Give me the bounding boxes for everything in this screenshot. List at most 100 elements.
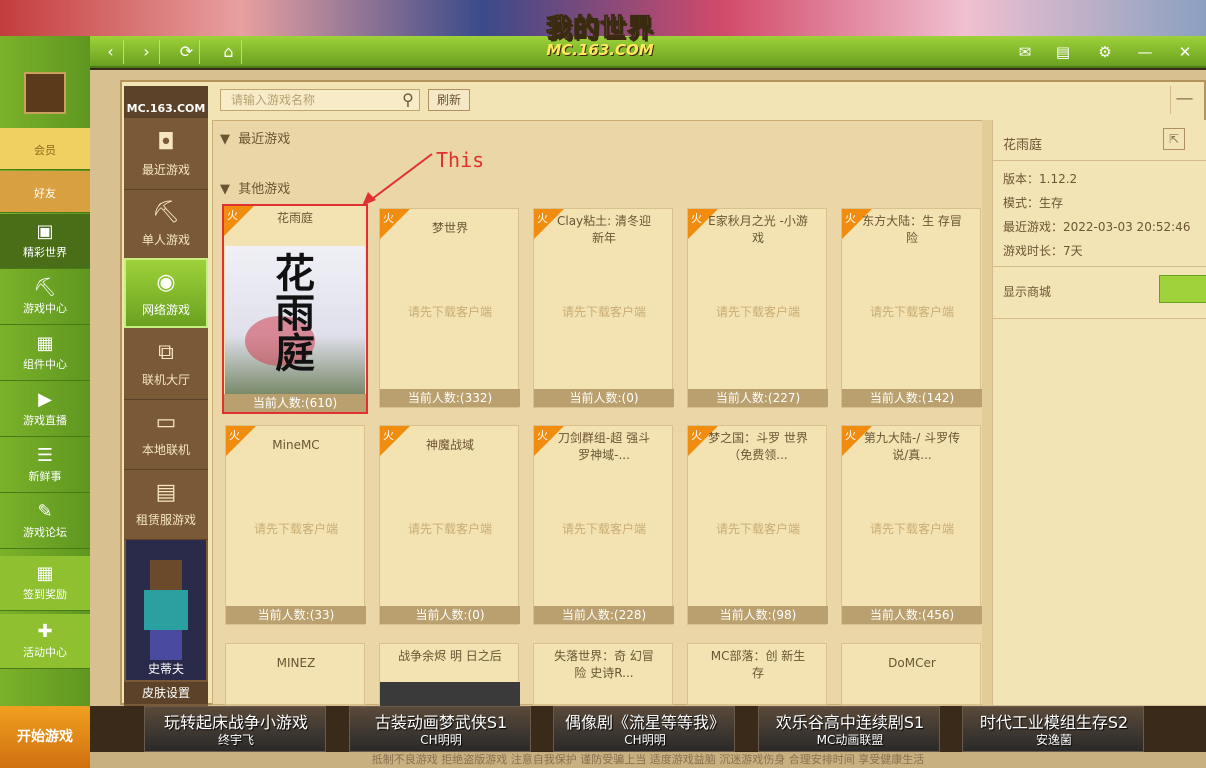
sidebar-item-forum[interactable]: ✎ 游戏论坛 xyxy=(0,494,90,549)
tab-label: 网络游戏 xyxy=(141,303,190,317)
home-icon[interactable]: ⌂ xyxy=(216,40,242,64)
logo-title: 我的世界 xyxy=(545,14,654,45)
download-hint: 请先下载客户端 xyxy=(715,305,800,319)
download-hint: 请先下载客户端 xyxy=(869,522,954,536)
game-card[interactable]: MINEZ xyxy=(225,643,365,705)
tab-single-player[interactable]: ⛏ 单人游戏 xyxy=(124,190,208,260)
game-card[interactable]: 火 刀剑群组-超 强斗罗神域-... 请先下载客户端 当前人数:(228) xyxy=(533,425,674,625)
sidebar-item-live[interactable]: ▶ 游戏直播 xyxy=(0,382,90,437)
lan-icon: ⧉ xyxy=(158,340,174,365)
banner-title: 时代工业模组生存S2 xyxy=(979,713,1129,732)
sidebar-item-components[interactable]: ▦ 组件中心 xyxy=(0,326,90,381)
tab-label: 租赁服游戏 xyxy=(135,513,196,527)
sidebar-item-game-center[interactable]: ⛏ 游戏中心 xyxy=(0,270,90,325)
game-card[interactable]: 火 梦之国：斗罗 世界（免费领... 请先下载客户端 当前人数:(98) xyxy=(687,425,828,625)
collapse-icon[interactable]: — xyxy=(1170,86,1198,114)
player-count: 当前人数:(0) xyxy=(380,606,520,624)
tab-recent-games[interactable]: ◘ 最近游戏 xyxy=(124,120,208,190)
play-icon: ▶ xyxy=(38,389,52,410)
search-input[interactable]: 请输入游戏名称 xyxy=(220,89,420,111)
game-card[interactable]: 火 神魔战域 请先下载客户端 当前人数:(0) xyxy=(379,425,520,625)
banner-title: 偶像剧《流星等等我》 xyxy=(564,713,725,732)
game-title: 梦之国：斗罗 世界（免费领... xyxy=(708,431,808,462)
sidebar-item-world[interactable]: ▣ 精彩世界 xyxy=(0,214,90,269)
divider xyxy=(993,318,1206,319)
show-store-toggle[interactable] xyxy=(1159,275,1206,303)
banner-title: 古装动画梦武侠S1 xyxy=(374,713,508,732)
game-title: 第九大陆-/ 斗罗传说/真... xyxy=(863,431,961,462)
tab-rental-servers[interactable]: ▤ 租赁服游戏 xyxy=(124,470,208,540)
banner-item[interactable]: 欢乐谷高中连续剧S1 MC动画联盟 xyxy=(758,706,940,752)
forward-icon[interactable]: › xyxy=(134,40,160,64)
banner-author: 终宇飞 xyxy=(217,733,254,747)
player-count: 当前人数:(456) xyxy=(842,606,982,624)
news-icon: ☰ xyxy=(36,445,54,466)
external-link-icon[interactable]: ⇱ xyxy=(1163,128,1185,150)
refresh-button[interactable]: 刷新 xyxy=(428,89,470,111)
game-card[interactable]: 火 梦世界 请先下载客户端 当前人数:(332) xyxy=(379,208,520,408)
player-skin-preview xyxy=(126,540,206,680)
game-card[interactable]: 火 E家秋月之光 -小游戏 请先下载客户端 当前人数:(227) xyxy=(687,208,828,408)
info-version: 版本：1.12.2 xyxy=(1003,172,1078,186)
game-card[interactable]: 失落世界：奇 幻冒险 史诗R... xyxy=(533,643,673,705)
sidebar-item-label: 会员 xyxy=(34,144,56,157)
section-label: 最近游戏 xyxy=(238,132,291,147)
health-notice: 抵制不良游戏 拒绝盗版游戏 注意自我保护 谨防受骗上当 适度游戏益脑 沉迷游戏伤… xyxy=(90,752,1206,768)
game-card[interactable]: 战争余烬 明 日之后 xyxy=(379,643,520,706)
game-card[interactable]: 火 MineMC 请先下载客户端 当前人数:(33) xyxy=(225,425,366,625)
sidebar-item-vip[interactable]: 会员 xyxy=(0,128,90,170)
game-title: MC部落：创 新生存 xyxy=(710,649,806,680)
skin-body xyxy=(144,590,188,630)
pickaxe-icon: ⛏ xyxy=(33,277,57,298)
game-card[interactable]: 火 东方大陆：生 存冒险 请先下载客户端 当前人数:(142) xyxy=(841,208,982,408)
tab-online-games[interactable]: ◉ 网络游戏 xyxy=(124,258,208,328)
tab-label: 单人游戏 xyxy=(141,233,190,247)
tab-lobby[interactable]: ⧉ 联机大厅 xyxy=(124,330,208,400)
tab-local-lan[interactable]: ▭ 本地联机 xyxy=(124,400,208,470)
game-card[interactable]: DoMCer xyxy=(841,643,981,705)
info-recent: 最近游戏：2022-03-03 20:52:46 xyxy=(1003,220,1191,234)
search-icon[interactable]: ⚲ xyxy=(398,89,418,111)
game-title: 东方大陆：生 存冒险 xyxy=(862,214,962,245)
game-thumbnail xyxy=(380,682,520,706)
banner-item[interactable]: 玩转起床战争小游戏 终宇飞 xyxy=(144,706,326,752)
sidebar-item-news[interactable]: ☰ 新鲜事 xyxy=(0,438,90,493)
refresh-page-icon[interactable]: ⟳ xyxy=(174,40,200,64)
start-game-button[interactable]: 开始游戏 xyxy=(0,706,90,768)
player-count: 当前人数:(332) xyxy=(380,389,520,407)
game-card-huayuting[interactable]: 火 花雨庭 花雨庭 当前人数:(610) xyxy=(222,204,368,414)
game-title: 梦世界 xyxy=(431,221,468,235)
game-card[interactable]: 火 Clay粘土: 清冬迎新年 请先下载客户端 当前人数:(0) xyxy=(533,208,674,408)
player-count: 当前人数:(228) xyxy=(534,606,674,624)
section-recent-games[interactable]: ▼ 最近游戏 xyxy=(220,128,290,147)
sidebar-item-label: 游戏论坛 xyxy=(23,526,67,539)
skin-settings-button[interactable]: 皮肤设置 xyxy=(124,682,208,704)
game-card[interactable]: MC部落：创 新生存 xyxy=(687,643,827,705)
game-thumbnail: 花雨庭 xyxy=(225,246,365,394)
annotation-arrow-icon xyxy=(362,153,433,206)
sidebar-item-events[interactable]: ✚ 活动中心 xyxy=(0,614,90,669)
banner-item[interactable]: 古装动画梦武侠S1 CH明明 xyxy=(349,706,531,752)
server-icon[interactable]: ▤ xyxy=(1048,40,1078,64)
game-title: 失落世界：奇 幻冒险 史诗R... xyxy=(554,649,654,680)
banner-author: 安逸菌 xyxy=(1035,733,1072,747)
skin-legs xyxy=(150,630,182,660)
gear-icon[interactable]: ⚙ xyxy=(1090,40,1120,64)
mail-icon[interactable]: ✉ xyxy=(1010,40,1040,64)
thumbnail-calligraphy: 花雨庭 xyxy=(268,252,315,372)
game-card[interactable]: 火 第九大陆-/ 斗罗传说/真... 请先下载客户端 当前人数:(456) xyxy=(841,425,982,625)
game-info-panel: 花雨庭 ⇱ 版本：1.12.2 模式：生存 最近游戏：2022-03-03 20… xyxy=(992,120,1206,705)
avatar[interactable] xyxy=(24,72,66,114)
back-icon[interactable]: ‹ xyxy=(98,40,124,64)
calendar-icon: ▦ xyxy=(36,563,54,584)
banner-item[interactable]: 时代工业模组生存S2 安逸菌 xyxy=(962,706,1144,752)
scrollbar[interactable] xyxy=(982,120,992,705)
minimize-icon[interactable]: — xyxy=(1130,40,1160,64)
banner-item[interactable]: 偶像剧《流星等等我》 CH明明 xyxy=(553,706,735,752)
sidebar-item-checkin[interactable]: ▦ 签到奖励 xyxy=(0,556,90,611)
divider xyxy=(993,266,1206,267)
section-other-games[interactable]: ▼ 其他游戏 xyxy=(220,178,290,197)
close-icon[interactable]: ✕ xyxy=(1170,40,1200,64)
download-hint: 请先下载客户端 xyxy=(407,305,492,319)
sidebar-item-friends[interactable]: 好友 xyxy=(0,171,90,213)
